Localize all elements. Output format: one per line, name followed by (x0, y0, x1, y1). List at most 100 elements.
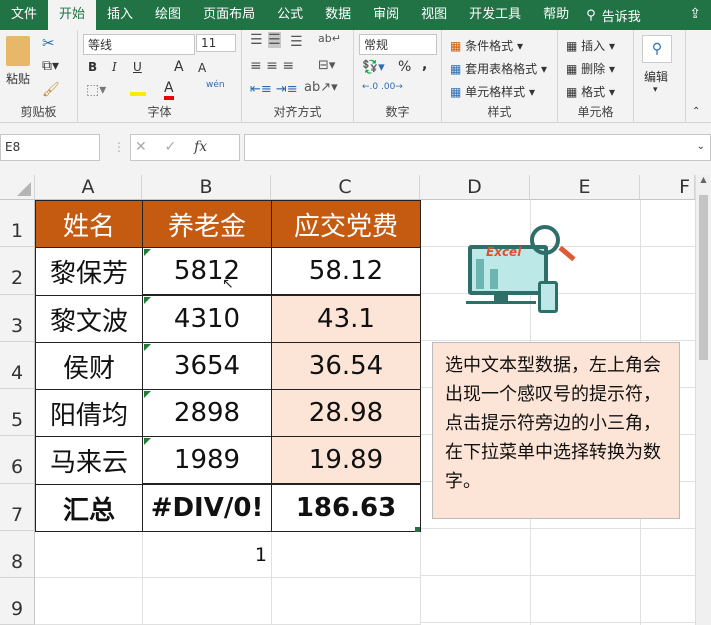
cell-b8[interactable]: 1 (142, 531, 271, 578)
fee-cell[interactable]: 36.54 (271, 342, 421, 390)
tab-page-layout[interactable]: 页面布局 (192, 0, 266, 30)
tab-draw[interactable]: 绘图 (144, 0, 192, 30)
row-header-4[interactable]: 4 (0, 342, 35, 389)
chevron-down-icon[interactable]: ▾ (653, 85, 658, 95)
tab-home[interactable]: 开始 (48, 0, 97, 30)
percent-button[interactable]: % (398, 59, 411, 75)
column-header-d[interactable]: D (420, 175, 530, 200)
search-icon[interactable]: ⚲ (586, 8, 596, 23)
delete-cells-button[interactable]: ▦ 删除 ▾ (566, 60, 615, 77)
align-middle-icon[interactable]: ☰ (268, 32, 281, 48)
font-color-icon[interactable]: A (164, 80, 174, 100)
align-top-icon[interactable]: ☰ (250, 32, 263, 48)
pension-cell[interactable]: 3654 (142, 342, 272, 390)
pension-cell[interactable]: 4310 (142, 295, 272, 343)
fill-color-icon[interactable] (130, 80, 146, 96)
underline-button[interactable]: U (133, 60, 142, 74)
drag-handle[interactable]: ⋮ (113, 140, 125, 154)
fee-cell[interactable]: 28.98 (271, 389, 421, 437)
phonetic-button[interactable]: wén (206, 80, 225, 90)
tab-view[interactable]: 视图 (410, 0, 458, 30)
header-cell-name[interactable]: 姓名 (35, 200, 143, 248)
align-bottom-icon[interactable]: ☰ (290, 34, 303, 50)
tell-me[interactable]: 告诉我 (602, 6, 641, 25)
shrink-font-button[interactable]: A (198, 61, 206, 75)
fx-icon[interactable]: fx (194, 139, 207, 155)
vertical-scrollbar[interactable]: ▲ (695, 175, 711, 625)
italic-button[interactable]: I (112, 60, 117, 74)
tab-insert[interactable]: 插入 (96, 0, 144, 30)
name-cell[interactable]: 黎文波 (35, 295, 143, 343)
border-icon[interactable]: ⬚▾ (86, 82, 106, 98)
cancel-icon[interactable]: ✕ (135, 139, 147, 155)
format-painter-icon[interactable]: 🖌 (42, 82, 60, 98)
row-header-7[interactable]: 7 (0, 484, 35, 531)
wrap-text-icon[interactable]: ab↵ (318, 32, 341, 45)
pension-cell[interactable]: 2898 (142, 389, 272, 437)
error-indicator-icon[interactable] (144, 344, 151, 351)
paste-icon[interactable] (6, 36, 30, 66)
row-header-8[interactable]: 8 (0, 531, 35, 578)
editing-button[interactable]: 编辑 (644, 68, 668, 85)
cut-icon[interactable]: ✂ (42, 34, 55, 52)
format-cells-button[interactable]: ▦ 格式 ▾ (566, 83, 615, 100)
header-cell-fee[interactable]: 应交党费 (271, 200, 421, 248)
insert-cells-button[interactable]: ▦ 插入 ▾ (566, 37, 615, 54)
bold-button[interactable]: B (88, 60, 97, 74)
header-cell-pension[interactable]: 养老金 (142, 200, 272, 248)
row-header-2[interactable]: 2 (0, 247, 35, 295)
cell-styles-button[interactable]: ▦ 单元格样式 ▾ (450, 83, 535, 100)
column-header-a[interactable]: A (35, 175, 142, 200)
error-indicator-icon[interactable] (144, 249, 151, 256)
select-all[interactable] (0, 175, 35, 200)
decimal-icons[interactable]: ←.0 .00→ (362, 82, 403, 92)
tab-formulas[interactable]: 公式 (266, 0, 314, 30)
fee-cell[interactable]: 19.89 (271, 436, 421, 484)
copy-icon[interactable]: ⧉▾ (42, 58, 59, 74)
tab-review[interactable]: 审阅 (362, 0, 410, 30)
pension-cell[interactable]: 5812 (142, 247, 272, 295)
tab-file[interactable]: 文件 (0, 0, 48, 30)
tab-help[interactable]: 帮助 (532, 0, 580, 30)
column-header-c[interactable]: C (271, 175, 420, 200)
pension-cell[interactable]: 1989 (142, 436, 272, 484)
paste-button[interactable]: 粘贴 (6, 70, 30, 87)
row-header-3[interactable]: 3 (0, 295, 35, 342)
fee-cell[interactable]: 43.1 (271, 295, 421, 343)
name-cell[interactable]: 马来云 (35, 436, 143, 485)
comma-button[interactable]: , (422, 57, 427, 73)
error-indicator-icon[interactable] (144, 438, 151, 445)
fill-handle[interactable] (415, 527, 420, 532)
collapse-ribbon-icon[interactable]: ⌃ (692, 106, 700, 117)
column-header-e[interactable]: E (530, 175, 640, 200)
indent-icons[interactable]: ⇤≡ ⇥≡ (250, 82, 298, 97)
grow-font-button[interactable]: A (174, 59, 184, 75)
name-cell[interactable]: 黎保芳 (35, 247, 143, 296)
align-left-icon[interactable]: ≡ ≡ ≡ (250, 58, 294, 74)
error-indicator-icon[interactable] (144, 391, 151, 398)
fee-cell[interactable]: 58.12 (271, 247, 421, 295)
total-pension[interactable]: #DIV/0! (142, 484, 272, 532)
column-header-f[interactable]: F (640, 175, 695, 200)
find-icon[interactable]: ⚲ (642, 35, 672, 63)
error-indicator-icon[interactable] (144, 297, 151, 304)
row-header-9[interactable]: 9 (0, 578, 35, 625)
font-size-select[interactable]: 11 (196, 34, 236, 52)
scroll-thumb[interactable] (699, 195, 708, 360)
orientation-icon[interactable]: ab↗▾ (304, 80, 338, 95)
enter-icon[interactable]: ✓ (165, 139, 177, 155)
number-format-select[interactable]: 常规 (359, 34, 437, 55)
name-box[interactable]: E8 (0, 134, 100, 161)
name-cell[interactable]: 阳倩均 (35, 389, 143, 437)
currency-icon[interactable]: 💱▾ (362, 60, 385, 75)
row-header-5[interactable]: 5 (0, 389, 35, 436)
total-fee[interactable]: 186.63 (271, 484, 421, 532)
conditional-format-button[interactable]: ▦ 条件格式 ▾ (450, 37, 523, 54)
column-header-b[interactable]: B (142, 175, 271, 200)
row-header-1[interactable]: 1 (0, 200, 35, 247)
tab-developer[interactable]: 开发工具 (458, 0, 532, 30)
tip-textbox[interactable]: 选中文本型数据，左上角会出现一个感叹号的提示符，点击提示符旁边的小三角，在下拉菜… (432, 342, 680, 519)
share-icon[interactable]: ⇪ (689, 6, 701, 22)
name-cell[interactable]: 侯财 (35, 342, 143, 390)
merge-icon[interactable]: ⊟▾ (318, 58, 335, 73)
